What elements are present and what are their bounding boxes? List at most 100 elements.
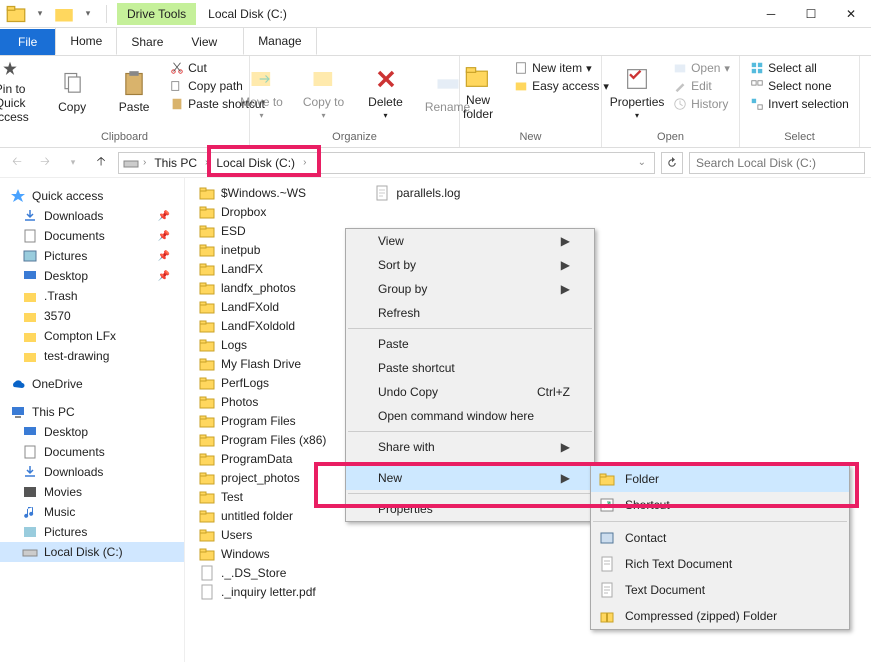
ctx-view[interactable]: View▶ [346,229,594,253]
up-button[interactable]: 🡡 [90,152,112,174]
zip-icon [599,608,615,624]
folder-item[interactable]: Users [195,526,330,544]
select-none-button[interactable]: Select none [748,78,851,94]
pin-icon: 📌 [158,211,170,222]
tab-share[interactable]: Share [117,29,177,55]
folder-item[interactable]: untitled folder [195,507,330,525]
qa-dropdown2-icon[interactable]: ▾ [78,4,98,24]
nav-pc-desktop[interactable]: Desktop [0,422,184,442]
nav-pc-music[interactable]: Music [0,502,184,522]
nav-documents[interactable]: Documents📌 [0,226,184,246]
folder-item[interactable]: Program Files (x86) [195,431,330,449]
move-to-button[interactable]: Move to▾ [234,60,290,124]
minimize-button[interactable]: ─ [751,0,791,28]
nav-onedrive[interactable]: OneDrive [0,374,184,394]
folder-icon [599,471,615,487]
new-item-button[interactable]: New item ▾ [512,60,611,76]
ctx-undo[interactable]: Undo CopyCtrl+Z [346,380,594,404]
crumb-thispc[interactable]: This PC [150,156,201,170]
folder-item[interactable]: PerfLogs [195,374,330,392]
file-tab[interactable]: File [0,29,55,55]
ctx-new[interactable]: New▶ [346,466,594,490]
forward-button[interactable]: 🡢 [34,152,56,174]
pin-to-quick-access-button[interactable]: Pin to Quick access [0,60,38,124]
nav-pc-movies[interactable]: Movies [0,482,184,502]
folder-item[interactable]: project_photos [195,469,330,487]
refresh-button[interactable] [661,152,683,174]
new-contact-item[interactable]: Contact [591,525,849,551]
new-txt-item[interactable]: Text Document [591,577,849,603]
delete-button[interactable]: Delete▾ [358,60,414,124]
folder-icon [199,242,215,258]
folder-item[interactable]: Windows [195,545,330,563]
folder-item[interactable]: Dropbox [195,203,330,221]
paste-button[interactable]: Paste [106,60,162,124]
maximize-button[interactable]: ☐ [791,0,831,28]
folder-item[interactable]: Program Files [195,412,330,430]
tab-manage[interactable]: Manage [243,27,316,55]
edit-button[interactable]: Edit [671,78,732,94]
invert-selection-button[interactable]: Invert selection [748,96,851,112]
nav-pc-downloads[interactable]: Downloads [0,462,184,482]
tab-home[interactable]: Home [55,27,117,55]
close-button[interactable]: ✕ [831,0,871,28]
folder-item[interactable]: LandFXoldold [195,317,330,335]
nav-pc-localdisk[interactable]: Local Disk (C:) [0,542,184,562]
address-bar[interactable]: › This PC › Local Disk (C:) › ⌄ [118,152,655,174]
crumb-drive[interactable]: Local Disk (C:) [212,156,299,170]
open-button[interactable]: Open ▾ [671,60,732,76]
new-folder-item[interactable]: Folder [591,466,849,492]
folder-item[interactable]: landfx_photos [195,279,330,297]
nav-pc-documents[interactable]: Documents [0,442,184,462]
ctx-refresh[interactable]: Refresh [346,301,594,325]
history-button[interactable]: History [671,96,732,112]
ctx-groupby[interactable]: Group by▶ [346,277,594,301]
folder-item[interactable]: LandFXold [195,298,330,316]
nav-thispc[interactable]: This PC [0,402,184,422]
folder-item[interactable]: ._inquiry letter.pdf [195,583,330,601]
folder-icon [199,546,215,562]
nav-pictures[interactable]: Pictures📌 [0,246,184,266]
properties-button[interactable]: Properties▾ [609,60,665,124]
nav-downloads[interactable]: Downloads📌 [0,206,184,226]
search-input[interactable] [689,152,865,174]
ctx-properties[interactable]: Properties [346,497,594,521]
nav-pc-pictures[interactable]: Pictures [0,522,184,542]
folder-item[interactable]: My Flash Drive [195,355,330,373]
qa-dropdown-icon[interactable]: ▾ [30,4,50,24]
back-button[interactable]: 🡠 [6,152,28,174]
file-item[interactable]: parallels.log [370,184,464,202]
nav-desktop[interactable]: Desktop📌 [0,266,184,286]
folder-item[interactable]: $Windows.~WS [195,184,330,202]
nav-trash[interactable]: .Trash [0,286,184,306]
tab-view[interactable]: View [177,29,231,55]
group-clipboard-label: Clipboard [101,131,148,143]
ctx-share-with[interactable]: Share with▶ [346,435,594,459]
new-zip-item[interactable]: Compressed (zipped) Folder [591,603,849,629]
folder-icon [199,185,215,201]
copy-to-button[interactable]: Copy to▾ [296,60,352,124]
nav-3570[interactable]: 3570 [0,306,184,326]
new-rtf-item[interactable]: Rich Text Document [591,551,849,577]
copy-button[interactable]: Copy [44,60,100,124]
folder-item[interactable]: ESD [195,222,330,240]
folder-item[interactable]: ._.DS_Store [195,564,330,582]
ctx-open-cmd[interactable]: Open command window here [346,404,594,428]
easy-access-button[interactable]: Easy access ▾ [512,78,611,94]
folder-item[interactable]: ProgramData [195,450,330,468]
folder-item[interactable]: Logs [195,336,330,354]
folder-icon [199,527,215,543]
nav-test-drawing[interactable]: test-drawing [0,346,184,366]
folder-item[interactable]: Test [195,488,330,506]
recent-dropdown[interactable]: ▾ [62,152,84,174]
address-dropdown-icon[interactable]: ⌄ [638,157,650,168]
folder-item[interactable]: Photos [195,393,330,411]
nav-compton[interactable]: Compton LFx [0,326,184,346]
folder-item[interactable]: LandFX [195,260,330,278]
folder-item[interactable]: inetpub [195,241,330,259]
rename-button[interactable]: Rename [420,60,476,124]
ctx-sortby[interactable]: Sort by▶ [346,253,594,277]
nav-quick-access[interactable]: Quick access [0,186,184,206]
new-shortcut-item[interactable]: Shortcut [591,492,849,518]
select-all-button[interactable]: Select all [748,60,851,76]
